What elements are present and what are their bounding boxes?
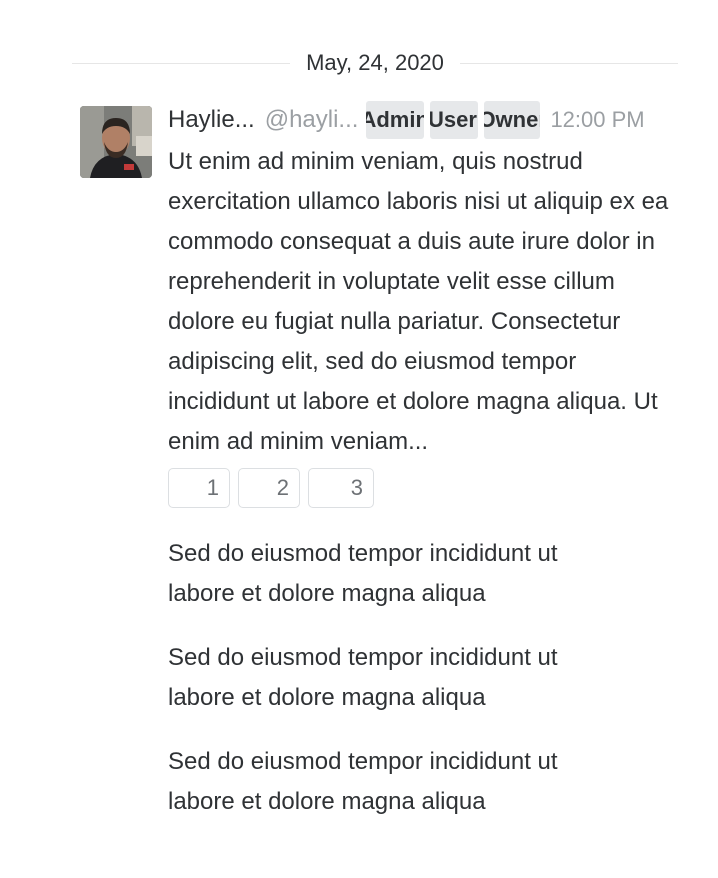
followup-messages: Sed do eiusmod tempor incididunt ut labo… (168, 534, 678, 822)
role-badge-user: User (430, 101, 479, 139)
date-label: May, 24, 2020 (306, 50, 444, 75)
avatar-photo (80, 106, 152, 178)
message: Haylie... @hayli... Admin User Owner 12:… (168, 100, 678, 846)
reaction-count: 1 (206, 475, 219, 500)
reaction-count: 2 (276, 475, 289, 500)
followup-message: Sed do eiusmod tempor incididunt ut labo… (168, 748, 558, 815)
avatar[interactable] (80, 106, 152, 178)
message-header: Haylie... @hayli... Admin User Owner 12:… (168, 100, 678, 140)
reaction-button[interactable]: 1 (168, 468, 230, 508)
reaction-count: 3 (350, 475, 363, 500)
author-name[interactable]: Haylie... (168, 106, 255, 134)
date-divider-left (72, 62, 291, 64)
date-divider-right (459, 62, 679, 64)
author-handle[interactable]: @hayli... (265, 106, 359, 134)
followup-message: Sed do eiusmod tempor incididunt ut labo… (168, 644, 558, 711)
role-badge-admin: Admin (366, 101, 425, 139)
reaction-button[interactable]: 2 (238, 468, 300, 508)
date-separator: May, 24, 2020 (72, 46, 679, 80)
message-timestamp[interactable]: 12:00 PM (550, 107, 644, 133)
reactions: 1 2 3 (168, 468, 678, 508)
message-body: Ut enim ad minim veniam, quis nostrud ex… (168, 148, 669, 455)
reaction-button[interactable]: 3 (308, 468, 374, 508)
role-badge-owner: Owner (484, 101, 541, 139)
followup-message: Sed do eiusmod tempor incididunt ut labo… (168, 540, 558, 607)
